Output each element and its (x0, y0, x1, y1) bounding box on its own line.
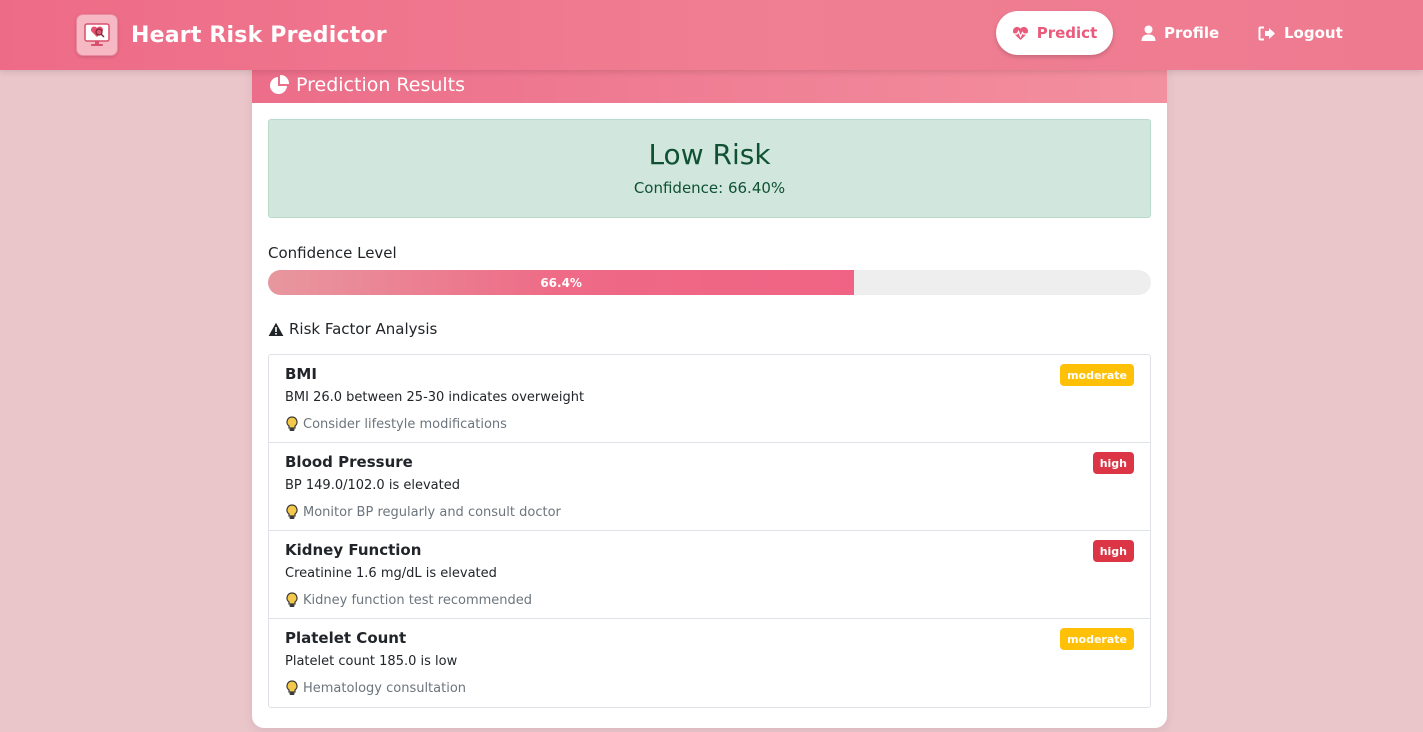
card-header-title: Prediction Results (296, 74, 466, 96)
risk-factor-item: Blood Pressure high BP 149.0/102.0 is el… (269, 443, 1150, 531)
factor-tip-text: Hematology consultation (303, 680, 467, 696)
result-alert: Low Risk Confidence: 66.40% (268, 119, 1151, 218)
lightbulb-icon (285, 416, 299, 432)
risk-factor-item: Platelet Count moderate Platelet count 1… (269, 619, 1150, 707)
nav-logout[interactable]: Logout (1258, 11, 1343, 55)
factor-name: Platelet Count (285, 629, 407, 647)
confidence-text: Confidence: 66.40% (633, 179, 786, 197)
nav-profile[interactable]: Profile (1141, 11, 1219, 55)
heartbeat-icon (1012, 26, 1029, 41)
confidence-label: Confidence Level (268, 244, 397, 262)
factor-name: Blood Pressure (285, 453, 413, 471)
severity-badge: moderate (1060, 364, 1134, 386)
navbar: Heart Risk Predictor Predict Profile Log… (0, 0, 1423, 70)
nav-predict[interactable]: Predict (996, 11, 1113, 55)
pie-chart-icon (268, 74, 290, 96)
confidence-bar-text: 66.4% (540, 275, 582, 290)
user-icon (1141, 25, 1156, 41)
heart-monitor-icon (76, 14, 118, 56)
risk-factor-item: Kidney Function high Creatinine 1.6 mg/d… (269, 531, 1150, 619)
prediction-results-card: Prediction Results Low Risk Confidence: … (252, 62, 1167, 728)
risk-analysis-heading: Risk Factor Analysis (268, 320, 437, 338)
factor-description: BMI 26.0 between 25-30 indicates overwei… (285, 390, 585, 405)
factor-tip: Kidney function test recommended (285, 592, 532, 608)
brand[interactable]: Heart Risk Predictor (76, 14, 387, 56)
factor-tip-text: Kidney function test recommended (303, 592, 533, 608)
severity-badge: high (1092, 540, 1134, 562)
risk-level: Low Risk (648, 138, 771, 171)
nav-profile-label: Profile (1164, 24, 1220, 42)
lightbulb-icon (285, 680, 299, 696)
severity-badge: high (1092, 452, 1134, 474)
factor-name: BMI (285, 365, 317, 383)
factor-tip: Monitor BP regularly and consult doctor (285, 504, 561, 520)
factor-description: Creatinine 1.6 mg/dL is elevated (285, 566, 497, 581)
factor-description: Platelet count 185.0 is low (285, 654, 458, 669)
risk-factor-item: BMI moderate BMI 26.0 between 25-30 indi… (269, 355, 1150, 443)
nav-logout-label: Logout (1284, 24, 1343, 42)
factor-name: Kidney Function (285, 541, 422, 559)
nav-predict-label: Predict (1036, 24, 1098, 42)
confidence-progress-bar: 66.4% (268, 270, 1151, 295)
risk-factor-list: BMI moderate BMI 26.0 between 25-30 indi… (268, 354, 1151, 708)
factor-tip: Hematology consultation (285, 680, 466, 696)
lightbulb-icon (285, 592, 299, 608)
lightbulb-icon (285, 504, 299, 520)
severity-badge: moderate (1060, 628, 1134, 650)
factor-tip-text: Monitor BP regularly and consult doctor (303, 504, 561, 520)
brand-title: Heart Risk Predictor (131, 22, 387, 48)
confidence-progress-fill: 66.4% (268, 270, 855, 295)
factor-tip-text: Consider lifestyle modifications (303, 416, 507, 432)
warning-icon (268, 322, 284, 337)
sign-out-icon (1258, 26, 1276, 41)
factor-tip: Consider lifestyle modifications (285, 416, 507, 432)
risk-analysis-title: Risk Factor Analysis (289, 320, 438, 338)
factor-description: BP 149.0/102.0 is elevated (285, 478, 460, 493)
